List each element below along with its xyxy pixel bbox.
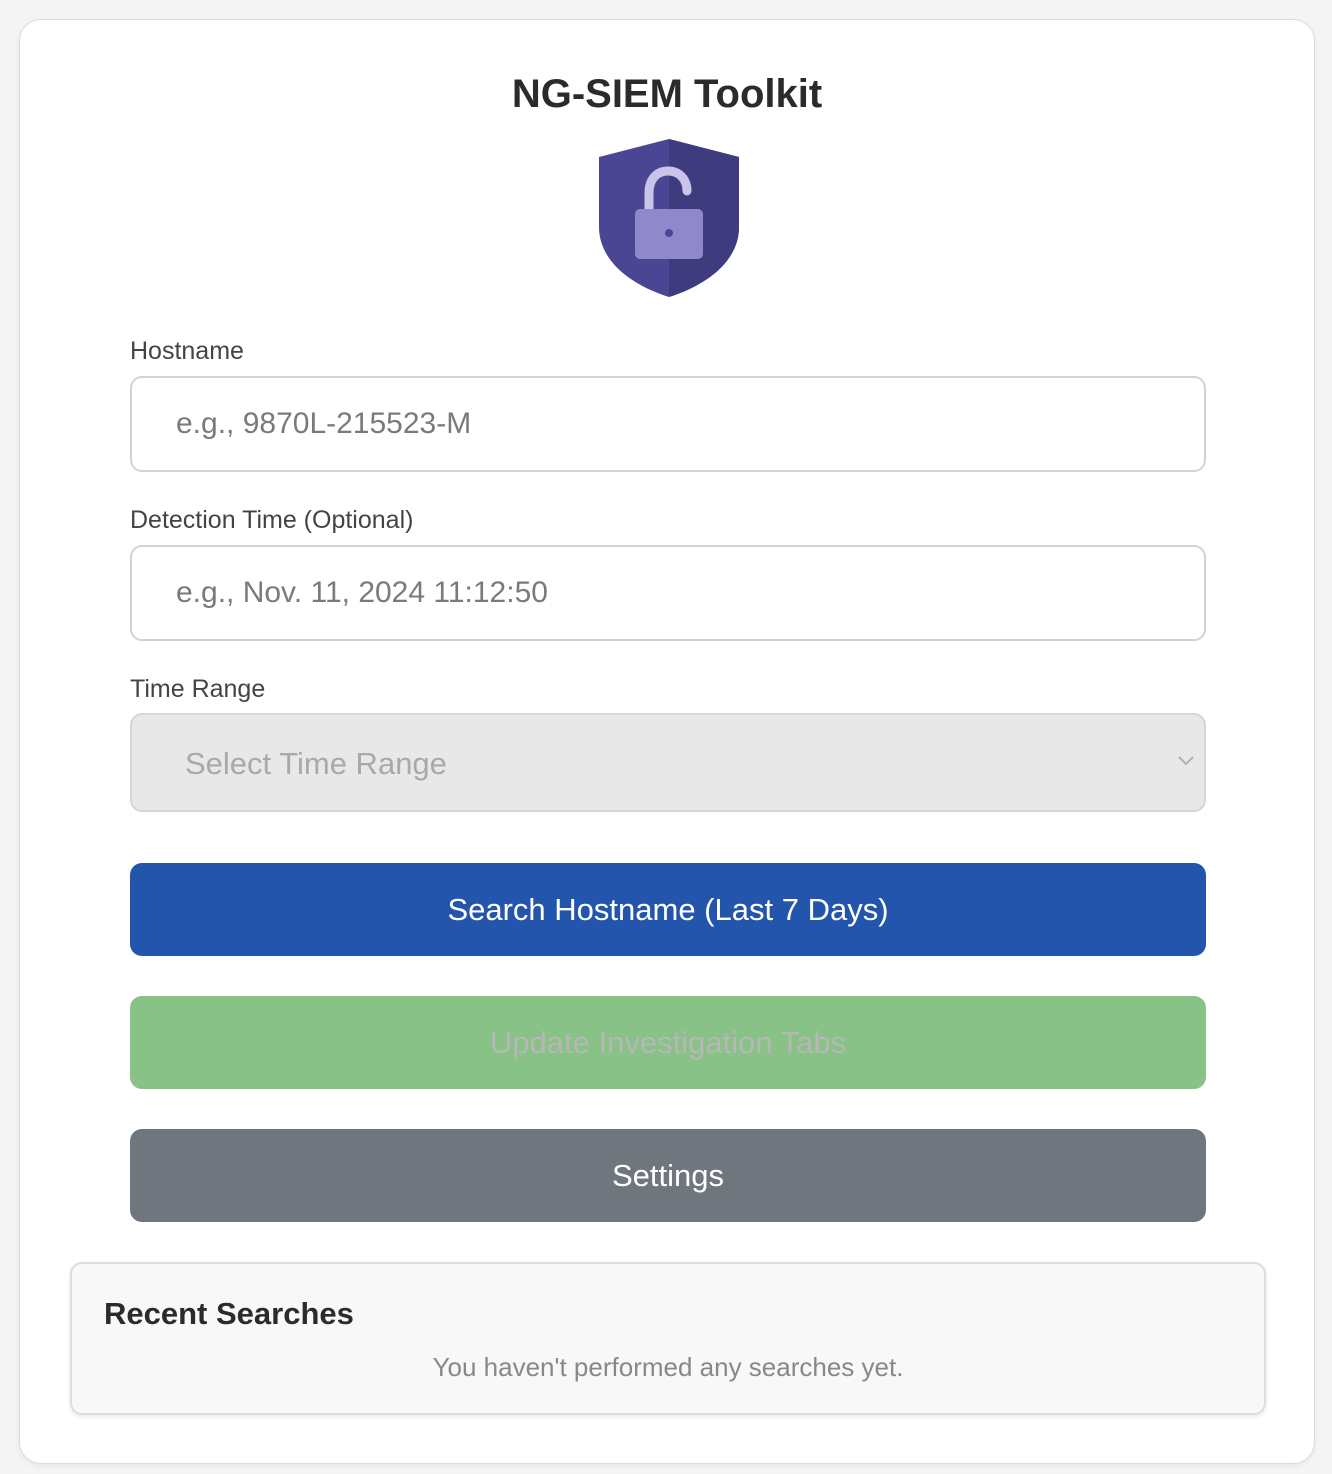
toolkit-card: NG-SIEM Toolkit Hostname Detection Time … [19,19,1315,1464]
settings-button[interactable]: Settings [130,1129,1206,1222]
detection-time-input[interactable] [130,545,1206,641]
time-range-select[interactable]: Select Time Range [130,713,1206,812]
time-range-label: Time Range [130,675,266,703]
chevron-down-icon [1178,756,1194,766]
recent-searches-empty-message: You haven't performed any searches yet. [432,1352,904,1382]
recent-searches-panel: Recent Searches You haven't performed an… [70,1262,1266,1415]
recent-searches-title: Recent Searches [104,1296,354,1331]
update-investigation-tabs-button[interactable]: Update Investigation Tabs [130,996,1206,1089]
search-hostname-button[interactable]: Search Hostname (Last 7 Days) [130,863,1206,956]
time-range-selected-value: Select Time Range [185,746,447,781]
hostname-label: Hostname [130,337,244,365]
page-title: NG-SIEM Toolkit [511,72,823,116]
hostname-input[interactable] [130,376,1206,472]
detection-time-label: Detection Time (Optional) [130,506,414,534]
shield-lock-icon [599,139,739,297]
